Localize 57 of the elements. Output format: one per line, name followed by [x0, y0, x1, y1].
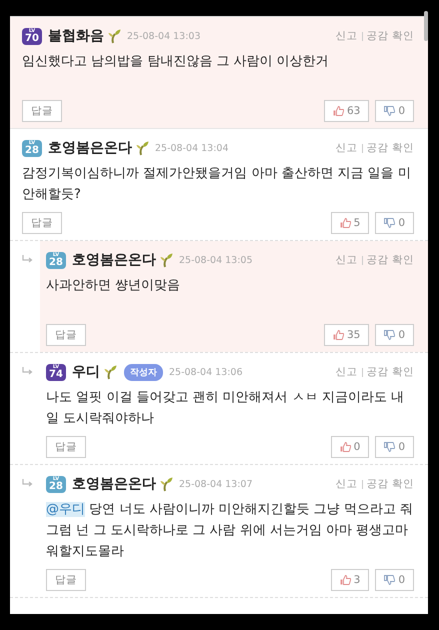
like-button[interactable]: 63	[324, 100, 370, 122]
nickname[interactable]: 불협화음	[48, 27, 104, 45]
dislike-button[interactable]: 0	[375, 212, 414, 234]
reply-button[interactable]: 답글	[46, 569, 86, 591]
comment-date: 25-08-04 13:04	[155, 142, 229, 154]
report-link[interactable]: 신고	[336, 141, 358, 155]
thumbs-down-icon	[384, 330, 396, 340]
scrollbar[interactable]	[424, 11, 428, 41]
like-button[interactable]: 35	[324, 324, 370, 346]
sprout-icon	[104, 364, 117, 380]
report-link[interactable]: 신고	[336, 253, 358, 267]
thumbs-up-icon	[332, 330, 344, 340]
dislike-button[interactable]: 0	[375, 436, 414, 458]
thumbs-down-icon	[384, 106, 396, 116]
thumbs-down-icon	[384, 575, 396, 585]
report-link[interactable]: 신고	[336, 365, 358, 379]
sprout-icon	[136, 140, 149, 156]
dislike-button[interactable]: 0	[375, 100, 414, 122]
report-link[interactable]: 신고	[336, 29, 358, 43]
thumbs-down-icon	[384, 218, 396, 228]
like-button[interactable]: 3	[330, 569, 370, 591]
nickname[interactable]: 호영봄은온다	[72, 251, 156, 269]
reply-button[interactable]: 답글	[22, 212, 62, 234]
comment-date: 25-08-04 13:07	[179, 478, 253, 490]
author-tag: 작성자	[124, 364, 163, 380]
comment-date: 25-08-04 13:05	[179, 254, 253, 266]
thumbs-up-icon	[332, 106, 344, 116]
empathy-link[interactable]: 공감 확인	[366, 253, 414, 267]
sprout-icon	[160, 476, 173, 492]
comment-text: 사과안하면 썅년이맞음	[46, 277, 182, 295]
like-button[interactable]: 0	[330, 436, 370, 458]
thumbs-up-icon	[340, 575, 351, 585]
comment-text: @우디 당연 너도 사람이니까 미안해지긴할듯 그냥 먹으라고 줘 그럼 넌 그 도시락하나로 그 사람 위에 서는거임 아마 평생고마워할지도몰라	[46, 501, 414, 561]
sprout-icon	[108, 28, 121, 44]
empathy-link[interactable]: 공감 확인	[366, 29, 414, 43]
nickname[interactable]: 호영봄은온다	[72, 475, 156, 493]
reply-button[interactable]: 답글	[46, 436, 86, 458]
comment-text: 나도 얼핏 이걸 들어갖고 괜히 미안해져서 ㅅㅂ 지금이라도 내일 도시락줘야하나	[46, 389, 406, 428]
thumbs-down-icon	[384, 442, 396, 452]
reply-button[interactable]: 답글	[22, 100, 62, 122]
empathy-link[interactable]: 공감 확인	[366, 365, 414, 379]
comment-date: 25-08-04 13:03	[127, 30, 201, 42]
nickname[interactable]: 우디	[72, 363, 100, 381]
sprout-icon	[160, 252, 173, 268]
thumbs-up-icon	[340, 218, 351, 228]
dislike-button[interactable]: 0	[375, 324, 414, 346]
thumbs-up-icon	[340, 442, 351, 452]
comment-text: 감정기복이심하니까 절제가안됐을거임 아마 출산하면 지금 일을 미안해할듯?	[22, 165, 412, 204]
empathy-link[interactable]: 공감 확인	[366, 477, 414, 491]
nickname[interactable]: 호영봄은온다	[48, 139, 132, 157]
empathy-link[interactable]: 공감 확인	[366, 141, 414, 155]
like-button[interactable]: 5	[330, 212, 370, 234]
comment-date: 25-08-04 13:06	[169, 366, 243, 378]
comment-text: 임신했다고 남의밥을 탐내진않음 그 사람이 이상한거	[22, 53, 330, 71]
reply-button[interactable]: 답글	[46, 324, 86, 346]
report-link[interactable]: 신고	[336, 477, 358, 491]
dislike-button[interactable]: 0	[375, 569, 414, 591]
